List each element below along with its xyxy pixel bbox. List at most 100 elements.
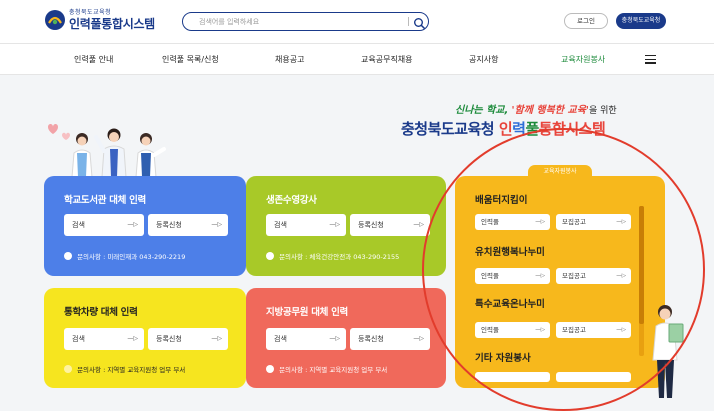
volunteer-recruit-button[interactable]: 모집공고 —▷: [556, 214, 631, 230]
card-title: 학교도서관 대체 인력: [64, 195, 146, 206]
search-input[interactable]: [199, 16, 379, 27]
arrow-right-icon: —▷: [211, 221, 222, 228]
volunteer-pool-button[interactable]: [475, 372, 550, 382]
card-search-label: 검색: [72, 221, 85, 229]
hero-tagline: 신나는 학교, '함께 행복한 교육'을 위한: [455, 101, 617, 116]
card-civil-servant-substitute: 지방공무원 대체 인력 검색 —▷ 등록신청 —▷ 문의사항 : 지역별 교육지…: [246, 288, 446, 388]
card-register-label: 등록신청: [156, 335, 182, 343]
arrow-right-icon: —▷: [616, 219, 626, 225]
arrow-right-icon: —▷: [413, 221, 424, 228]
card-register-label: 등록신청: [358, 221, 384, 229]
volunteer-recruit-button[interactable]: 모집공고 —▷: [556, 268, 631, 284]
arrow-right-icon: —▷: [535, 327, 545, 333]
logo-emblem-icon: [44, 9, 66, 31]
login-button[interactable]: 로그인: [564, 13, 608, 29]
nav-item-volunteer[interactable]: 교육자원봉사: [561, 54, 605, 65]
nav-item-pool-guide[interactable]: 인력풀 안내: [74, 54, 113, 65]
logo-subtitle: 충청북도교육청: [69, 9, 112, 16]
nav-item-notice[interactable]: 공지사항: [469, 54, 498, 65]
card-contact: 문의사항 : 지역별 교육지원청 업무 부서: [266, 364, 387, 374]
office-link-button[interactable]: 충청북도교육청: [616, 13, 666, 29]
card-register-label: 등록신청: [156, 221, 182, 229]
volunteer-recruit-button[interactable]: 모집공고 —▷: [556, 322, 631, 338]
volunteer-pool-button[interactable]: 인력풀 —▷: [475, 322, 550, 338]
arrow-right-icon: —▷: [211, 335, 222, 342]
card-search-button[interactable]: 검색 —▷: [266, 328, 346, 350]
card-contact-text: 문의사항 : 체육건강안전과 043-290-2155: [279, 253, 400, 261]
hero-title-prefix: 충청북도교육청: [401, 120, 495, 138]
card-search-button[interactable]: 검색 —▷: [64, 328, 144, 350]
volunteer-pool-label: 인력풀: [481, 326, 499, 334]
card-register-label: 등록신청: [358, 335, 384, 343]
nav-item-staff-recruit[interactable]: 교육공무직채용: [361, 54, 413, 65]
search-icon[interactable]: [413, 15, 426, 30]
hero-tagline-quote: '함께 행복한 교육': [511, 105, 589, 116]
volunteer-section-title: 특수교육온나누미: [475, 299, 545, 310]
hero-title-char-3: 풀: [525, 120, 539, 138]
logo-title: 인력풀통합시스템: [69, 17, 155, 31]
person-illustration: [645, 300, 690, 400]
volunteer-section-title: 유치원행복나누미: [475, 247, 545, 258]
volunteer-pool-button[interactable]: 인력풀 —▷: [475, 214, 550, 230]
card-library-substitute: 학교도서관 대체 인력 검색 —▷ 등록신청 —▷ 문의사항 : 미래인재과 0…: [44, 176, 246, 276]
volunteer-pool-button[interactable]: 인력풀 —▷: [475, 268, 550, 284]
hero-tagline-suffix: 을 위한: [588, 106, 617, 116]
card-search-label: 검색: [72, 335, 85, 343]
arrow-right-icon: —▷: [535, 219, 545, 225]
arrow-right-icon: —▷: [616, 327, 626, 333]
volunteer-pool-label: 인력풀: [481, 218, 499, 226]
nav-item-recruit[interactable]: 채용공고: [275, 54, 304, 65]
search-divider: [408, 17, 409, 26]
hero-title-char-2: 력: [512, 120, 526, 138]
volunteer-scrollbar[interactable]: [639, 206, 644, 356]
card-search-label: 검색: [274, 335, 287, 343]
phone-icon: [64, 252, 72, 260]
volunteer-recruit-button[interactable]: [556, 372, 631, 382]
phone-icon: [266, 365, 274, 373]
volunteer-panel: 배움터지킴이 인력풀 —▷ 모집공고 —▷ 유치원행복나누미 인력풀 —▷ 모집공고 —…: [455, 176, 665, 388]
hero-title: 충청북도교육청 인력풀통합시스템: [401, 118, 606, 139]
volunteer-recruit-label: 모집공고: [562, 272, 586, 280]
volunteer-recruit-label: 모집공고: [562, 326, 586, 334]
card-contact-text: 문의사항 : 지역별 교육지원청 업무 부서: [77, 366, 186, 374]
menu-icon[interactable]: [645, 55, 656, 64]
card-search-button[interactable]: 검색 —▷: [266, 214, 346, 236]
arrow-right-icon: —▷: [413, 335, 424, 342]
arrow-right-icon: —▷: [127, 335, 138, 342]
volunteer-recruit-label: 모집공고: [562, 218, 586, 226]
arrow-right-icon: —▷: [616, 273, 626, 279]
card-title: 생존수영강사: [266, 195, 317, 206]
card-bus-substitute: 통학차량 대체 인력 검색 —▷ 등록신청 —▷ 문의사항 : 지역별 교육지원…: [44, 288, 246, 388]
card-contact: 문의사항 : 지역별 교육지원청 업무 부서: [64, 364, 185, 374]
site-header: 충청북도교육청 인력풀통합시스템 로그인 충청북도교육청: [0, 0, 714, 43]
hero-tagline-pre: 신나는 학교,: [455, 105, 509, 116]
card-title: 통학차량 대체 인력: [64, 307, 138, 318]
volunteer-section-title: 배움터지킴이: [475, 195, 528, 206]
card-title: 지방공무원 대체 인력: [266, 307, 348, 318]
main-nav: 인력풀 안내 인력풀 목록/신청 채용공고 교육공무직채용 공지사항 교육자원봉…: [0, 43, 714, 75]
arrow-right-icon: —▷: [329, 335, 340, 342]
nav-item-pool-list[interactable]: 인력풀 목록/신청: [162, 54, 219, 65]
card-contact: 문의사항 : 미래인재과 043-290-2219: [64, 251, 185, 261]
arrow-right-icon: —▷: [535, 273, 545, 279]
volunteer-pool-label: 인력풀: [481, 272, 499, 280]
card-register-button[interactable]: 등록신청 —▷: [350, 214, 430, 236]
card-register-button[interactable]: 등록신청 —▷: [148, 214, 228, 236]
hero-title-rest: 통합시스템: [538, 120, 606, 138]
card-register-button[interactable]: 등록신청 —▷: [350, 328, 430, 350]
card-contact-text: 문의사항 : 미래인재과 043-290-2219: [77, 253, 186, 261]
arrow-right-icon: —▷: [127, 221, 138, 228]
card-register-button[interactable]: 등록신청 —▷: [148, 328, 228, 350]
card-search-button[interactable]: 검색 —▷: [64, 214, 144, 236]
card-survival-swim: 생존수영강사 검색 —▷ 등록신청 —▷ 문의사항 : 체육건강안전과 043-…: [246, 176, 446, 276]
scrollbar-thumb[interactable]: [639, 206, 644, 324]
hero-title-char-1: 인: [498, 120, 513, 138]
card-contact: 문의사항 : 체육건강안전과 043-290-2155: [266, 251, 399, 261]
phone-icon: [266, 252, 274, 260]
phone-icon: [64, 365, 72, 373]
search-box: [182, 12, 429, 31]
card-contact-text: 문의사항 : 지역별 교육지원청 업무 부서: [279, 366, 388, 374]
site-logo[interactable]: 충청북도교육청 인력풀통합시스템: [44, 9, 155, 31]
heart-icon: [48, 124, 58, 134]
card-search-label: 검색: [274, 221, 287, 229]
